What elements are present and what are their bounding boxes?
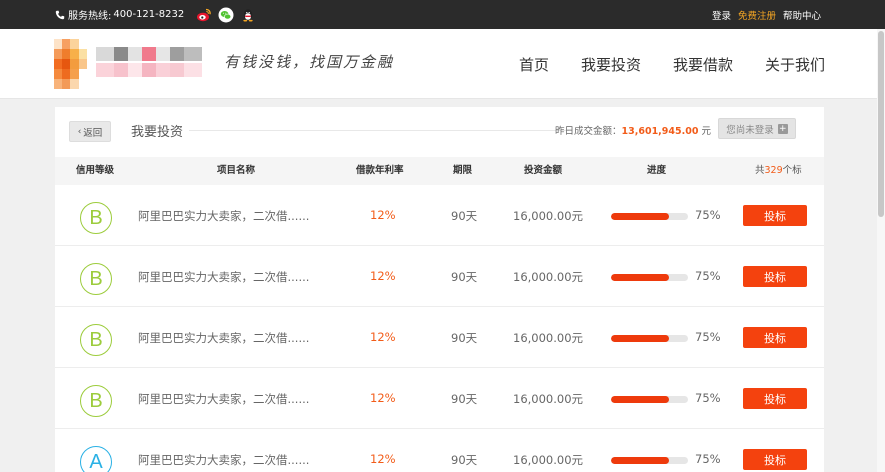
volume-unit: 元 bbox=[701, 126, 711, 137]
progress-bar bbox=[611, 274, 688, 281]
social-links bbox=[190, 7, 256, 23]
loan-term: 90天 bbox=[451, 392, 478, 406]
progress-bar bbox=[611, 335, 688, 342]
table-row: B 阿里巴巴实力大卖家，二次借...... 12% 90天 16,000.00元… bbox=[55, 246, 824, 307]
main-nav: 首页 我要投资 我要借款 关于我们 bbox=[487, 29, 825, 99]
hotline-number: 400-121-8232 bbox=[113, 9, 185, 20]
weibo-icon[interactable] bbox=[196, 7, 212, 23]
progress-fill bbox=[611, 274, 669, 281]
login-status-button[interactable]: 您尚未登录 + bbox=[718, 118, 796, 139]
volume-amount: 13,601,945.00 bbox=[621, 126, 699, 137]
count-prefix: 共 bbox=[755, 165, 765, 176]
slogan: 有钱没钱，找国万金融 bbox=[224, 53, 395, 71]
interest-rate: 12% bbox=[370, 391, 396, 405]
interest-rate: 12% bbox=[370, 452, 396, 466]
interest-rate: 12% bbox=[370, 330, 396, 344]
bid-button[interactable]: 投标 bbox=[743, 449, 807, 470]
invest-amount: 16,000.00元 bbox=[513, 209, 584, 223]
qq-icon[interactable] bbox=[240, 7, 256, 23]
progress-fill bbox=[611, 335, 669, 342]
progress-percent: 75% bbox=[695, 452, 721, 466]
title-divider bbox=[189, 130, 569, 131]
progress-fill bbox=[611, 213, 669, 220]
loan-term: 90天 bbox=[451, 453, 478, 467]
invest-amount: 16,000.00元 bbox=[513, 453, 584, 467]
logo-icon[interactable] bbox=[54, 39, 88, 89]
project-name-link[interactable]: 阿里巴巴实力大卖家，二次借...... bbox=[138, 391, 309, 407]
listing-count: 共329个标 bbox=[755, 157, 802, 185]
count-number: 329 bbox=[764, 165, 783, 176]
credit-badge: B bbox=[80, 263, 112, 295]
progress-bar bbox=[611, 396, 688, 403]
table-row: B 阿里巴巴实力大卖家，二次借...... 12% 90天 16,000.00元… bbox=[55, 185, 824, 246]
invest-amount: 16,000.00元 bbox=[513, 331, 584, 345]
loan-term: 90天 bbox=[451, 331, 478, 345]
register-link[interactable]: 免费注册 bbox=[738, 8, 776, 22]
column-credit: 信用等级 bbox=[76, 165, 115, 176]
column-rate: 借款年利率 bbox=[356, 165, 404, 176]
nav-invest[interactable]: 我要投资 bbox=[581, 54, 641, 75]
progress-fill bbox=[611, 457, 669, 464]
page-title: 我要投资 bbox=[131, 125, 184, 140]
table-row: B 阿里巴巴实力大卖家，二次借...... 12% 90天 16,000.00元… bbox=[55, 307, 824, 368]
login-status-label: 您尚未登录 bbox=[726, 124, 774, 136]
invest-panel: ‹ 返回 我要投资 昨日成交金额：13,601,945.00 元 您尚未登录 +… bbox=[55, 107, 824, 472]
login-link[interactable]: 登录 bbox=[712, 8, 731, 22]
phone-icon bbox=[55, 10, 65, 20]
progress-percent: 75% bbox=[695, 208, 721, 222]
progress-percent: 75% bbox=[695, 269, 721, 283]
column-name: 项目名称 bbox=[217, 165, 256, 176]
chevron-left-icon: ‹ bbox=[77, 126, 82, 137]
top-bar: 服务热线: 400-121-8232 登录 免费注册 帮助中心 bbox=[0, 0, 885, 29]
credit-badge: A bbox=[80, 446, 112, 472]
nav-borrow[interactable]: 我要借款 bbox=[673, 54, 733, 75]
account-links: 登录 免费注册 帮助中心 bbox=[705, 0, 821, 29]
progress-percent: 75% bbox=[695, 330, 721, 344]
scrollbar-thumb[interactable] bbox=[878, 31, 884, 217]
bid-button[interactable]: 投标 bbox=[743, 205, 807, 226]
count-suffix: 个标 bbox=[782, 165, 802, 176]
progress-bar bbox=[611, 213, 688, 220]
site-header: 有钱没钱，找国万金融 首页 我要投资 我要借款 关于我们 bbox=[0, 29, 885, 99]
progress-percent: 75% bbox=[695, 391, 721, 405]
column-amount: 投资金额 bbox=[524, 165, 563, 176]
bid-button[interactable]: 投标 bbox=[743, 266, 807, 287]
loan-term: 90天 bbox=[451, 270, 478, 284]
table-row: A 阿里巴巴实力大卖家，二次借...... 12% 90天 16,000.00元… bbox=[55, 429, 824, 472]
interest-rate: 12% bbox=[370, 269, 396, 283]
brand-logo bbox=[96, 45, 204, 81]
bid-button[interactable]: 投标 bbox=[743, 388, 807, 409]
volume-label: 昨日成交金额： bbox=[555, 126, 622, 137]
nav-home[interactable]: 首页 bbox=[519, 54, 549, 75]
interest-rate: 12% bbox=[370, 208, 396, 222]
table-header: 信用等级 项目名称 借款年利率 期限 投资金额 进度 共329个标 bbox=[55, 157, 824, 185]
wechat-icon[interactable] bbox=[218, 7, 234, 23]
hotline-label: 服务热线: bbox=[68, 11, 112, 22]
invest-amount: 16,000.00元 bbox=[513, 392, 584, 406]
project-name-link[interactable]: 阿里巴巴实力大卖家，二次借...... bbox=[138, 330, 309, 346]
bid-button[interactable]: 投标 bbox=[743, 327, 807, 348]
back-label: 返回 bbox=[83, 127, 103, 139]
column-term: 期限 bbox=[453, 165, 473, 176]
column-progress: 进度 bbox=[647, 165, 667, 176]
credit-badge: B bbox=[80, 202, 112, 234]
progress-bar bbox=[611, 457, 688, 464]
nav-about[interactable]: 关于我们 bbox=[765, 54, 825, 75]
yesterday-volume: 昨日成交金额：13,601,945.00 元 bbox=[555, 123, 711, 137]
project-name-link[interactable]: 阿里巴巴实力大卖家，二次借...... bbox=[138, 269, 309, 285]
plus-icon: + bbox=[777, 123, 788, 134]
project-name-link[interactable]: 阿里巴巴实力大卖家，二次借...... bbox=[138, 208, 309, 224]
page-scrollbar[interactable] bbox=[877, 29, 885, 472]
progress-fill bbox=[611, 396, 669, 403]
help-center-link[interactable]: 帮助中心 bbox=[783, 8, 821, 22]
loan-term: 90天 bbox=[451, 209, 478, 223]
back-button[interactable]: ‹ 返回 bbox=[69, 121, 111, 142]
panel-header: ‹ 返回 我要投资 昨日成交金额：13,601,945.00 元 您尚未登录 + bbox=[55, 107, 824, 157]
table-row: B 阿里巴巴实力大卖家，二次借...... 12% 90天 16,000.00元… bbox=[55, 368, 824, 429]
invest-amount: 16,000.00元 bbox=[513, 270, 584, 284]
credit-badge: B bbox=[80, 324, 112, 356]
project-name-link[interactable]: 阿里巴巴实力大卖家，二次借...... bbox=[138, 452, 309, 468]
hotline: 服务热线: 400-121-8232 bbox=[55, 0, 256, 29]
credit-badge: B bbox=[80, 385, 112, 417]
